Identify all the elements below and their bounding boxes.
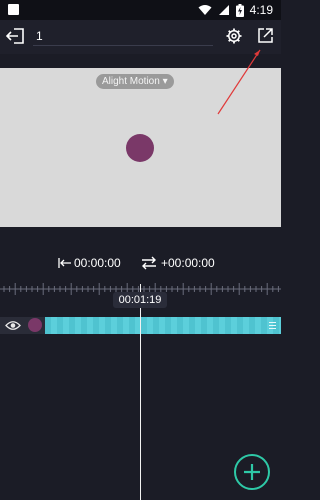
add-layer-button[interactable] (234, 454, 270, 490)
playhead[interactable] (140, 308, 141, 500)
project-name-underline (33, 45, 213, 46)
notification-icon (8, 4, 19, 15)
clock: 4:19 (249, 3, 273, 17)
battery-icon (235, 3, 244, 17)
annotation-arrow (217, 49, 261, 115)
plus-icon (244, 464, 260, 480)
watermark-label: Alight Motion ▾ (102, 76, 168, 87)
loop-icon (142, 256, 156, 270)
signal-icon (218, 5, 229, 15)
jump-to-start-icon (58, 258, 71, 268)
watermark-badge[interactable]: Alight Motion ▾ (96, 74, 174, 89)
circle-shape[interactable] (126, 134, 154, 162)
loop-time[interactable]: +00:00:00 (141, 256, 215, 270)
share-export-icon[interactable] (257, 27, 274, 44)
eye-icon[interactable] (5, 319, 21, 332)
loop-time-value: +00:00:00 (161, 256, 215, 270)
start-time[interactable]: 00:00:00 (58, 256, 121, 270)
layer-clip[interactable] (45, 317, 281, 334)
layer-thumbnail[interactable] (28, 318, 42, 332)
gear-icon[interactable] (225, 27, 243, 45)
project-name[interactable]: 1 (36, 29, 43, 43)
start-time-value: 00:00:00 (74, 256, 121, 270)
status-icons: 4:19 (198, 2, 273, 18)
exit-icon[interactable] (6, 27, 26, 45)
current-time-badge: 00:01:19 (113, 292, 167, 308)
drag-handle-icon[interactable] (269, 321, 276, 330)
wifi-icon (198, 5, 212, 15)
playhead-top (140, 284, 141, 292)
